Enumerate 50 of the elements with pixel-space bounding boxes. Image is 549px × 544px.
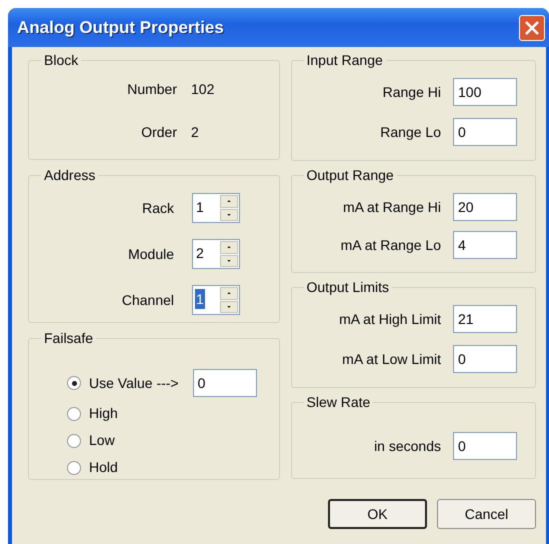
- spin-box[interactable]: 1: [192, 193, 240, 223]
- field-label: mA at Range Hi: [342, 198, 441, 217]
- spin-up-button[interactable]: [220, 241, 238, 254]
- input-field[interactable]: 0: [453, 432, 517, 460]
- field-label: Order: [140, 123, 177, 142]
- radio-button[interactable]: [67, 376, 81, 390]
- spin-down-button[interactable]: [220, 300, 238, 313]
- input-field[interactable]: 0: [453, 118, 517, 146]
- window-title: Analog Output Properties: [16, 16, 224, 39]
- value-field[interactable]: 0: [192, 369, 257, 397]
- field-value: 2: [191, 123, 199, 142]
- down-arrow-icon: [226, 258, 232, 263]
- close-icon: [524, 20, 540, 36]
- spin-box[interactable]: 1: [192, 285, 240, 315]
- input-field[interactable]: 20: [453, 193, 517, 221]
- field-value: 102: [191, 80, 214, 99]
- field-label: mA at Range Lo: [340, 236, 441, 255]
- input-field[interactable]: 0: [453, 345, 517, 373]
- field-label: Number: [126, 80, 177, 99]
- radio-label: Low: [89, 431, 115, 450]
- field-label: mA at Low Limit: [342, 350, 441, 368]
- spin-down-button[interactable]: [220, 254, 238, 267]
- radio-button[interactable]: [67, 460, 81, 474]
- up-arrow-icon: [226, 199, 232, 204]
- up-arrow-icon: [226, 245, 232, 250]
- spin-down-button[interactable]: [220, 208, 238, 221]
- field-label: mA at High Limit: [339, 310, 441, 329]
- dialog-button[interactable]: OK: [328, 499, 427, 529]
- field-label: Rack: [141, 198, 174, 218]
- close-button[interactable]: [519, 14, 545, 40]
- field-label: Channel: [120, 290, 174, 310]
- radio-label: Hold: [89, 458, 118, 477]
- field-label: Module: [127, 244, 174, 264]
- field-label: Range Lo: [380, 122, 441, 142]
- field-label: in seconds: [374, 436, 441, 456]
- spin-up-button[interactable]: [220, 195, 238, 208]
- spin-up-button[interactable]: [220, 287, 238, 300]
- spin-box[interactable]: 2: [192, 239, 240, 269]
- input-field[interactable]: 21: [453, 305, 517, 333]
- dialog-button[interactable]: Cancel: [437, 499, 536, 529]
- down-arrow-icon: [226, 212, 232, 217]
- radio-label: Use Value --->: [89, 374, 179, 392]
- radio-button[interactable]: [67, 434, 81, 448]
- down-arrow-icon: [226, 304, 232, 309]
- input-field[interactable]: 4: [453, 231, 517, 259]
- up-arrow-icon: [226, 291, 232, 296]
- field-label: Range Hi: [382, 82, 441, 102]
- radio-label: High: [89, 404, 118, 423]
- radio-button[interactable]: [67, 406, 81, 420]
- input-field[interactable]: 100: [453, 78, 517, 106]
